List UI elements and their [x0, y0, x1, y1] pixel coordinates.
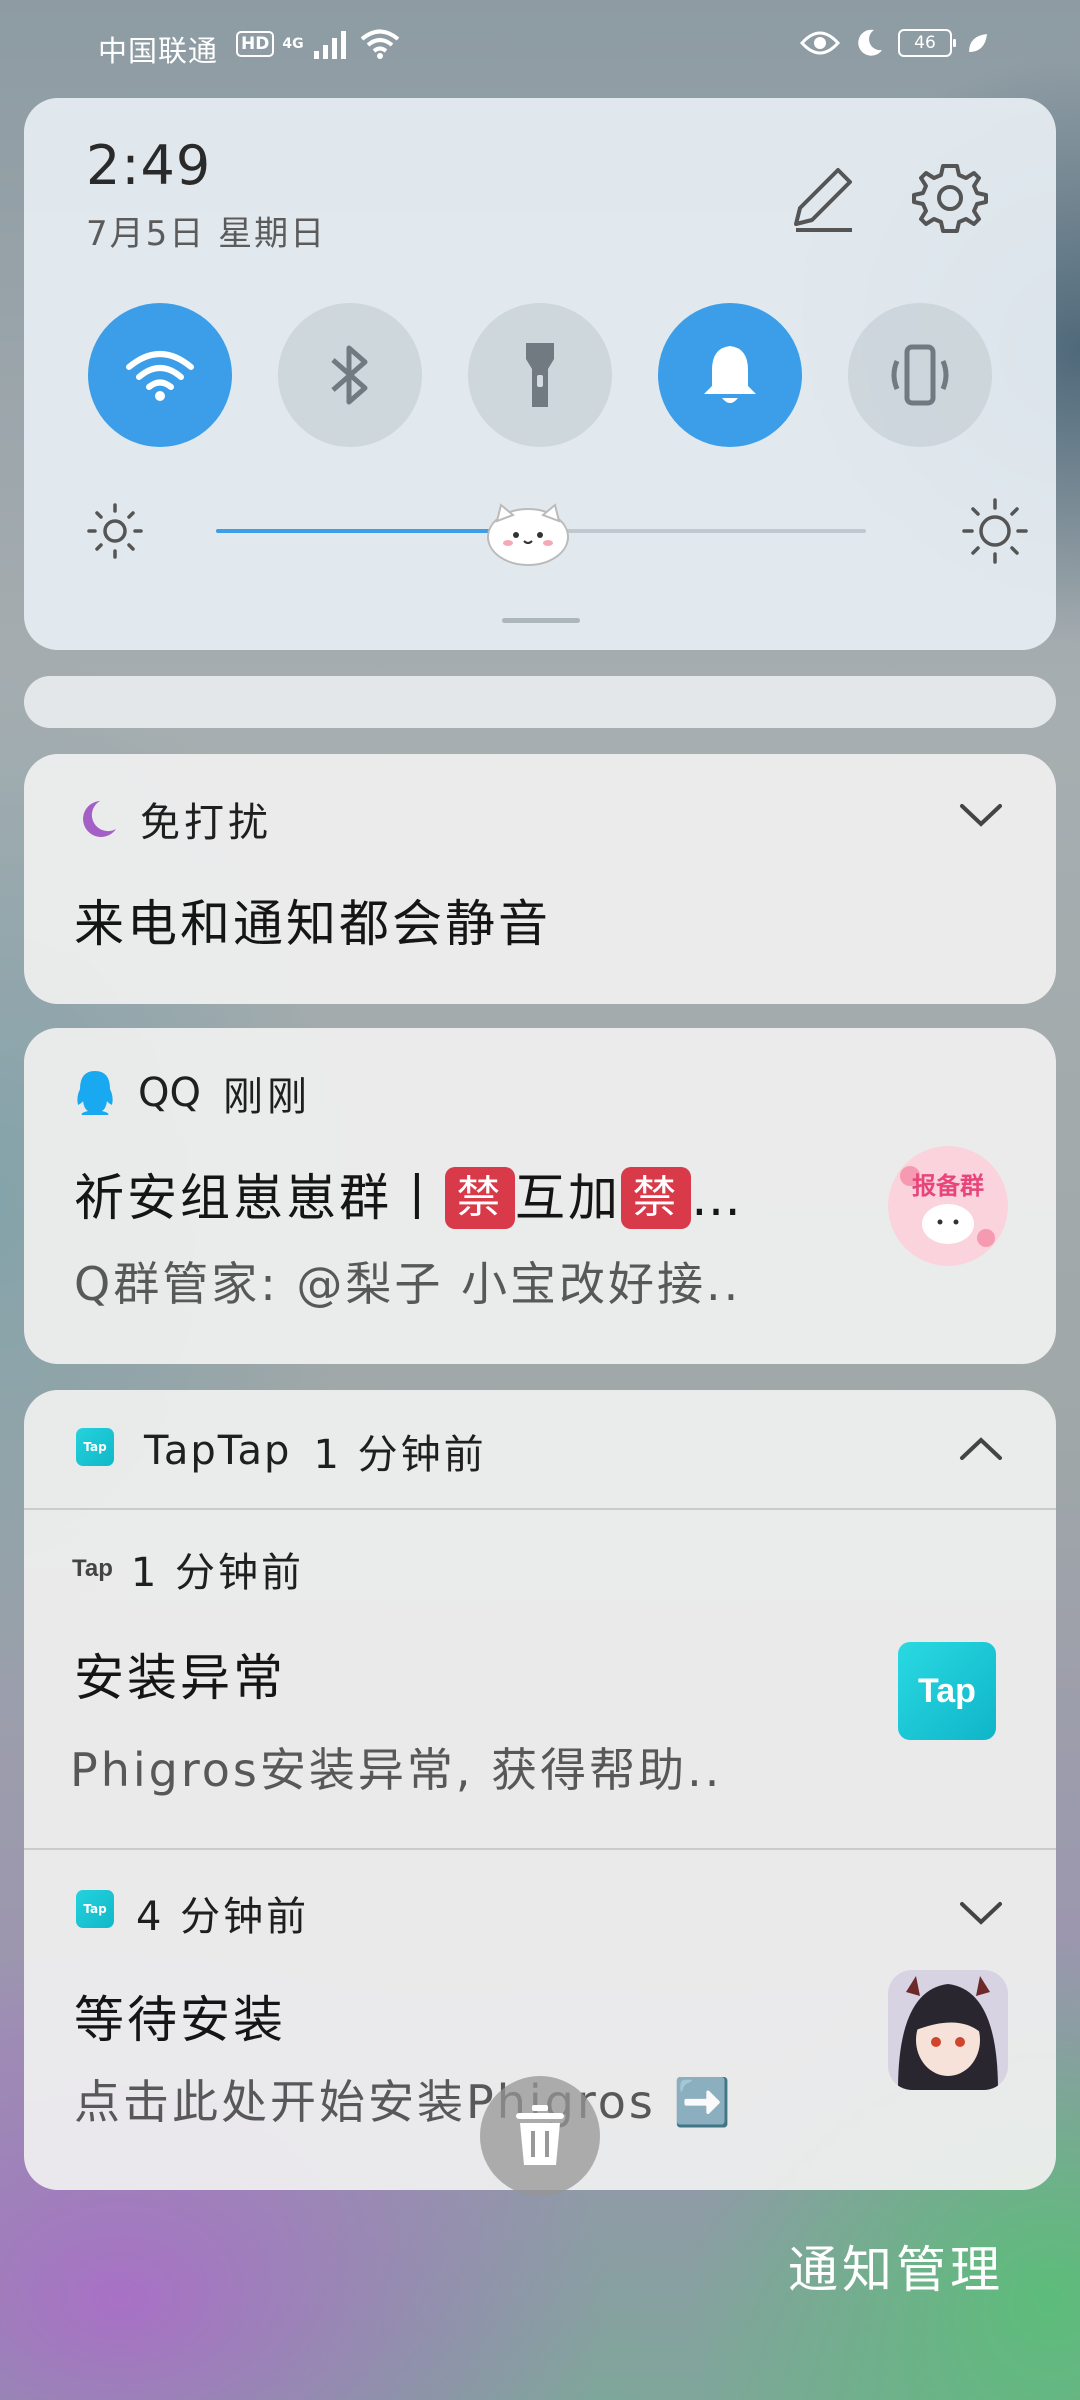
taptap-app-icon: Tap: [76, 1890, 114, 1928]
edit-pencil-icon[interactable]: [782, 158, 862, 238]
carrier-label: 中国联通: [98, 34, 219, 68]
status-bar: 中国联通 HD 4G 46: [0, 0, 1080, 96]
moon-icon: [858, 29, 882, 56]
flashlight-toggle[interactable]: [468, 303, 612, 447]
network-type-label: 4G: [282, 36, 304, 52]
brightness-row: [86, 496, 1028, 566]
taptap-large-icon: Tap: [898, 1642, 996, 1740]
status-right-icons: 46: [800, 28, 990, 58]
qq-message: Q群管家: @梨子 小宝改好接..: [74, 1257, 742, 1311]
chevron-down-icon[interactable]: [958, 800, 1004, 830]
chevron-up-icon[interactable]: [958, 1434, 1004, 1464]
group-avatar-text: 报备群: [912, 1172, 984, 1200]
qq-time: 刚刚: [222, 1074, 311, 1120]
divider: [24, 1848, 1056, 1850]
taptap-item-header: Tap 1 分钟前: [72, 1540, 304, 1598]
taptap-item-message: Phigros安装异常, 获得帮助..: [70, 1743, 723, 1797]
wifi-toggle[interactable]: [88, 303, 232, 447]
taptap-app-name: TapTap: [144, 1428, 292, 1474]
taptap-item-time: 1 分钟前: [130, 1550, 305, 1596]
taptap-item-time: 4 分钟前: [136, 1894, 310, 1940]
settings-gear-icon[interactable]: [912, 160, 988, 236]
wifi-status-icon: [360, 29, 399, 59]
flashlight-icon: [526, 343, 554, 407]
bluetooth-icon: [331, 345, 368, 405]
bluetooth-toggle[interactable]: [278, 303, 422, 447]
vibrate-icon: [891, 344, 949, 406]
qq-title-mid: 互加: [515, 1169, 621, 1227]
qq-penguin-icon: [77, 1071, 113, 1115]
vibrate-toggle[interactable]: [848, 303, 992, 447]
taptap-app-icon: Tap: [76, 1428, 114, 1466]
taptap-item-header: 4 分钟前: [136, 1884, 309, 1942]
taptap-item-message: 点击此处开始安装Phigros ➡️: [74, 2075, 734, 2129]
clock-time: 2:49: [86, 134, 212, 197]
clear-all-button[interactable]: [480, 2076, 600, 2196]
ban-badge: 禁: [445, 1166, 515, 1229]
divider: [24, 1508, 1056, 1510]
qq-notification-card[interactable]: QQ 刚刚 祈安组崽崽群丨禁互加禁… Q群管家: @梨子 小宝改好接.. 报备群: [24, 1028, 1056, 1364]
power-saving-leaf-icon: [969, 34, 987, 52]
brightness-slider-thumb[interactable]: [483, 495, 573, 567]
taptap-notification-group[interactable]: Tap TapTap 1 分钟前 Tap 1 分钟前 安装异常 Phigros安…: [24, 1390, 1056, 2190]
dnd-message: 来电和通知都会静音: [74, 895, 551, 953]
qq-app-name: QQ: [138, 1070, 201, 1116]
chevron-down-icon[interactable]: [958, 1898, 1004, 1928]
battery-icon: 46: [898, 29, 956, 57]
notification-manage-link[interactable]: 通知管理: [788, 2230, 1004, 2302]
qq-title-ellipsis: …: [691, 1169, 744, 1227]
signal-icon: [313, 31, 346, 59]
brightness-slider-fill: [216, 529, 528, 533]
tap-small-logo: Tap: [72, 1555, 113, 1582]
taptap-item-title: 安装异常: [74, 1649, 286, 1707]
dnd-header: 免打扰: [74, 790, 272, 848]
hd-voice-icon: HD: [236, 31, 275, 57]
quick-toggle-row: [88, 303, 992, 447]
bell-icon: [704, 346, 756, 403]
collapsed-notification-card[interactable]: [24, 676, 1056, 728]
taptap-header: TapTap 1 分钟前: [144, 1422, 487, 1480]
game-avatar: [888, 1970, 1008, 2090]
brightness-low-icon: [87, 503, 143, 559]
trash-icon: [516, 2105, 564, 2165]
clock-date: 7月5日 星期日: [86, 214, 327, 254]
qq-title: 祈安组崽崽群丨禁互加禁…: [74, 1158, 744, 1230]
panel-expand-handle[interactable]: [502, 618, 580, 623]
brightness-slider[interactable]: [216, 503, 866, 566]
ban-badge: 禁: [621, 1166, 691, 1229]
dnd-notification-card[interactable]: 免打扰 来电和通知都会静音: [24, 754, 1056, 1004]
taptap-time: 1 分钟前: [313, 1432, 487, 1478]
qq-title-prefix: 祈安组崽崽群丨: [74, 1169, 445, 1227]
qq-header: QQ 刚刚: [74, 1064, 311, 1122]
brightness-high-icon: [962, 498, 1028, 564]
status-network-icons: HD 4G: [236, 28, 400, 60]
wifi-icon: [126, 351, 194, 401]
moon-icon: [83, 801, 116, 837]
dnd-title: 免打扰: [140, 800, 272, 846]
eye-comfort-icon: [800, 31, 840, 55]
group-avatar: 报备群: [888, 1146, 1008, 1266]
quick-settings-panel: 2:49 7月5日 星期日: [24, 98, 1056, 650]
ring-toggle[interactable]: [658, 303, 802, 447]
taptap-item-title: 等待安装: [74, 1991, 286, 2049]
